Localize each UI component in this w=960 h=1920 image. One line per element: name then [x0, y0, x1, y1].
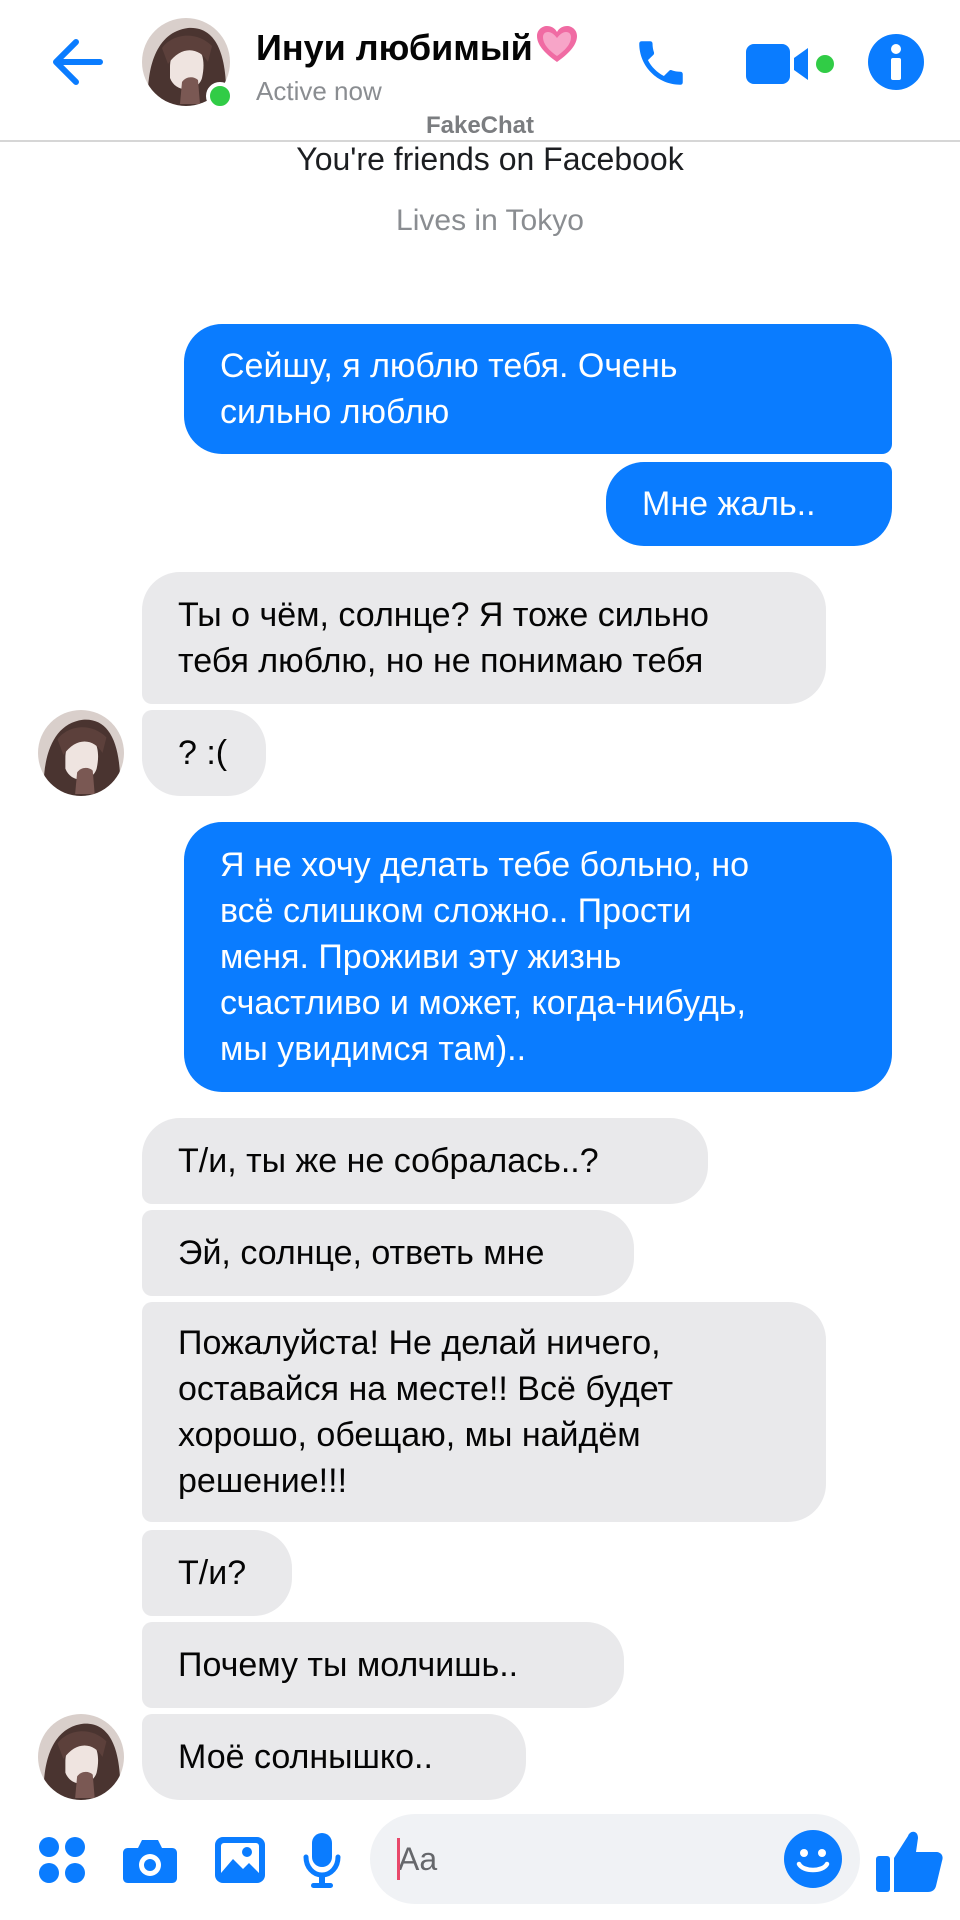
video-camera-icon	[746, 44, 808, 84]
message-bubble[interactable]: Эй, солнце, ответь мне	[142, 1210, 634, 1296]
message-bubble[interactable]: Мне жаль..	[606, 462, 892, 546]
heart-icon	[536, 26, 577, 62]
sender-avatar[interactable]	[38, 1714, 124, 1800]
microphone-icon	[303, 1833, 341, 1888]
message-bubble[interactable]: ? :(	[142, 710, 266, 796]
info-button[interactable]	[868, 34, 924, 90]
like-button[interactable]	[872, 1822, 948, 1898]
contact-name[interactable]: Инуи любимый	[256, 24, 579, 69]
back-arrow-icon	[53, 39, 103, 85]
gallery-button[interactable]	[208, 1828, 272, 1892]
phone-icon	[639, 41, 683, 85]
emoji-button[interactable]	[784, 1830, 842, 1888]
contact-avatar[interactable]	[142, 18, 234, 110]
watermark: FakeChat	[425, 112, 535, 139]
message-bubble[interactable]: Т/и?	[142, 1530, 292, 1616]
message-bubble[interactable]: Я не хочу делать тебе больно, но всё сли…	[184, 822, 892, 1092]
gallery-icon	[215, 1837, 265, 1883]
friends-note: You're friends on Facebook	[296, 141, 684, 177]
apps-icon	[39, 1837, 85, 1883]
active-status: Active now	[256, 76, 382, 106]
info-icon	[891, 44, 901, 80]
video-active-dot	[816, 55, 834, 73]
text-cursor	[397, 1838, 400, 1880]
message-bubble[interactable]: Ты о чём, солнце? Я тоже сильно тебя любл…	[142, 572, 826, 704]
chat-header: Инуи любимый Active now FakeChat	[0, 0, 960, 142]
online-indicator	[206, 82, 234, 110]
message-bubble[interactable]: Пожалуйста! Не делай ничего, оставайся н…	[142, 1302, 826, 1522]
voice-call-button[interactable]	[626, 28, 696, 98]
message-bubble[interactable]: Почему ты молчишь..	[142, 1622, 624, 1708]
message-bubble[interactable]: Сейшу, я люблю тебя. Очень сильно люблю	[184, 324, 892, 454]
message-bubble[interactable]: Моё солнышко..	[142, 1714, 526, 1800]
lives-in-note: Lives in Tokyo	[396, 204, 584, 237]
message-bubble[interactable]: Т/и, ты же не собралась..?	[142, 1118, 708, 1204]
voice-message-button[interactable]	[290, 1828, 354, 1892]
message-composer	[0, 1800, 960, 1920]
video-call-button[interactable]	[744, 32, 844, 96]
camera-button[interactable]	[118, 1828, 182, 1892]
camera-icon	[123, 1840, 177, 1883]
thumbs-up-icon	[876, 1831, 943, 1892]
apps-button[interactable]	[30, 1828, 94, 1892]
sender-avatar[interactable]	[38, 710, 124, 796]
emoji-icon	[796, 1849, 830, 1873]
back-button[interactable]	[40, 26, 112, 98]
